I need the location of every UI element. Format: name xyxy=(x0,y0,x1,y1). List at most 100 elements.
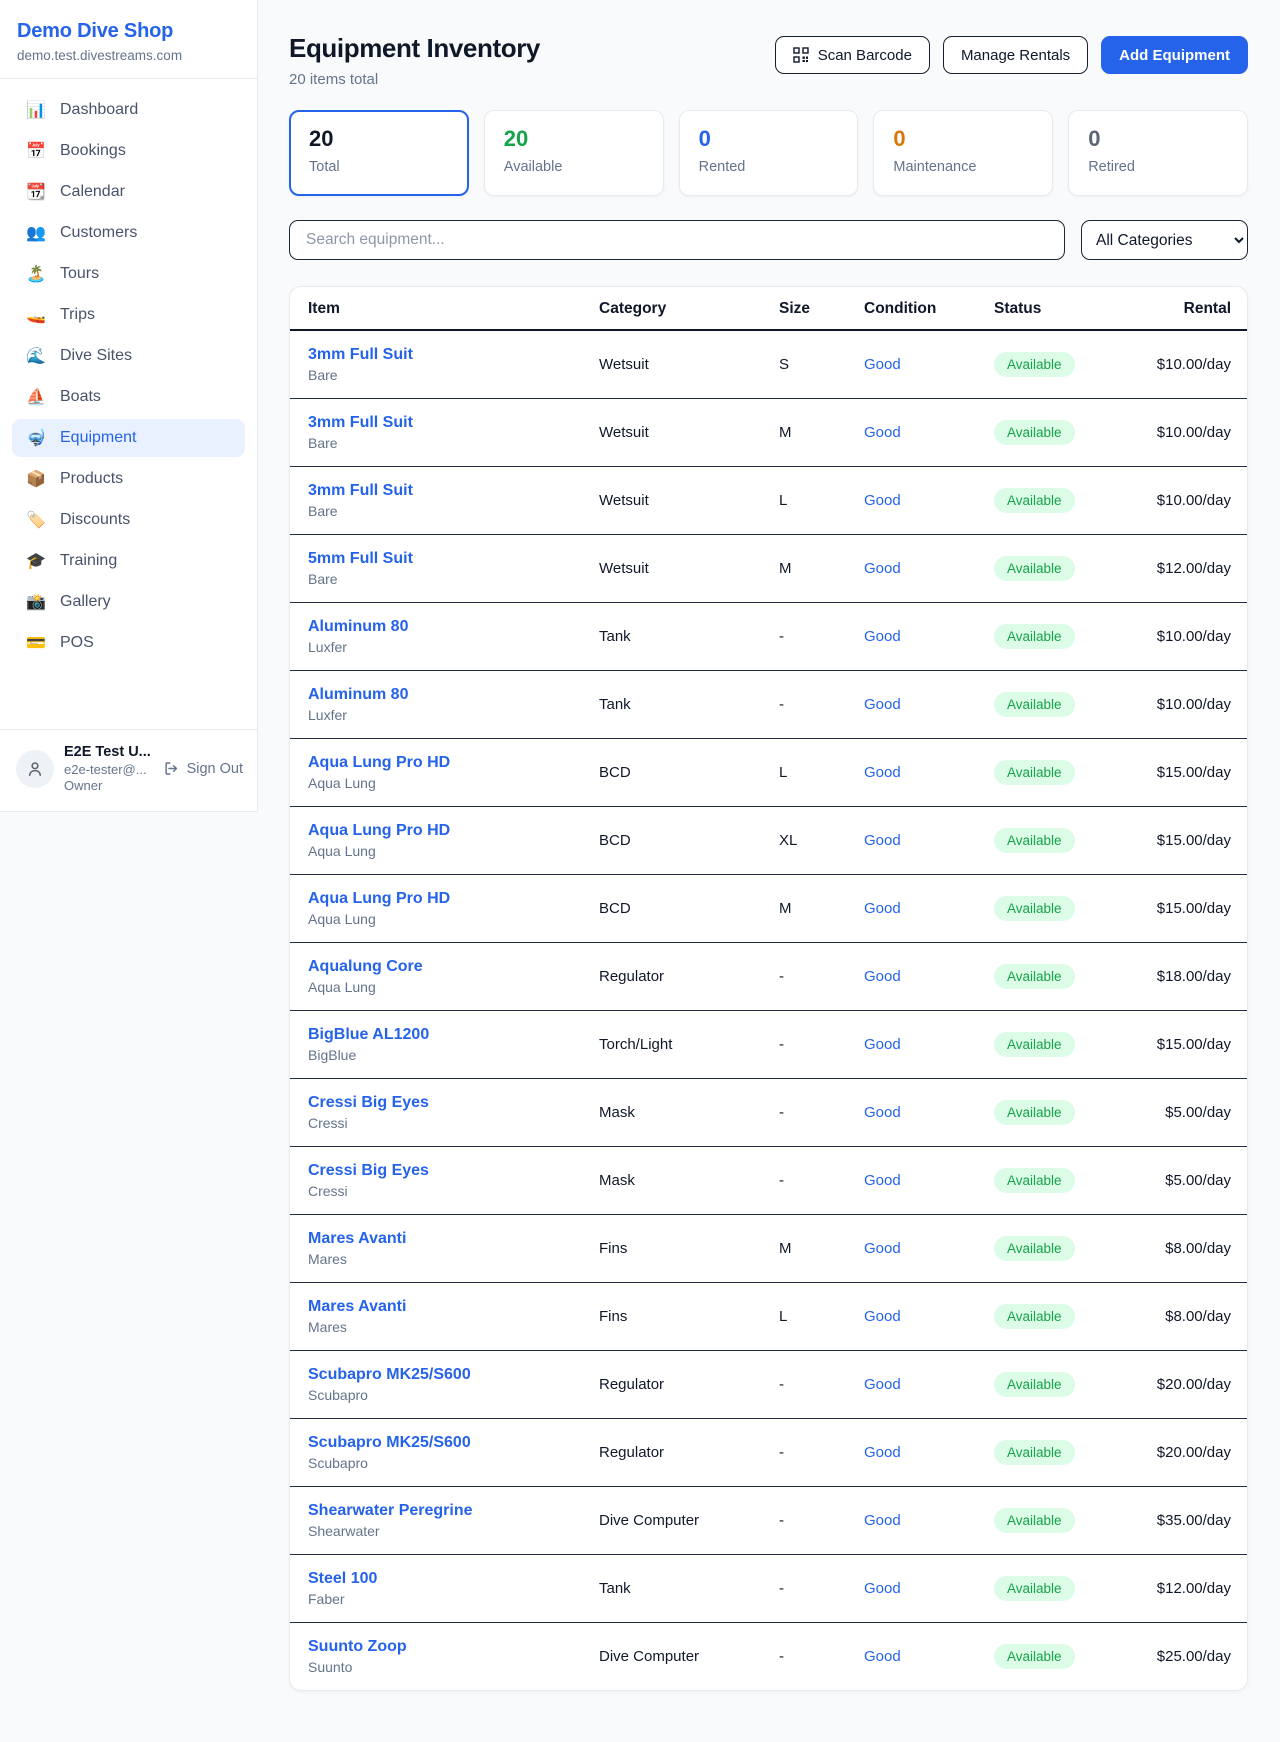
status-badge: Available xyxy=(994,692,1075,717)
item-name-link[interactable]: Mares Avanti xyxy=(308,1230,406,1248)
item-name-link[interactable]: Scubapro MK25/S600 xyxy=(308,1434,471,1452)
nav-item[interactable]: ⛵ Boats xyxy=(12,378,245,416)
item-category: Dive Computer xyxy=(599,1622,779,1690)
status-badge: Available xyxy=(994,1032,1075,1057)
search-input[interactable] xyxy=(289,220,1065,260)
table-row: Scubapro MK25/S600 Scubapro Regulator - … xyxy=(290,1418,1247,1486)
item-name-link[interactable]: Cressi Big Eyes xyxy=(308,1094,429,1112)
stat-value: 0 xyxy=(699,126,839,152)
item-category: BCD xyxy=(599,738,779,806)
column-header-category: Category xyxy=(599,287,779,330)
item-name-link[interactable]: Aqualung Core xyxy=(308,958,423,976)
item-rental-price: $15.00/day xyxy=(1146,806,1247,874)
stat-card[interactable]: 0 Retired xyxy=(1068,110,1248,196)
item-rental-price: $10.00/day xyxy=(1146,398,1247,466)
stat-value: 0 xyxy=(1088,126,1228,152)
item-rental-price: $10.00/day xyxy=(1146,670,1247,738)
item-category: Tank xyxy=(599,670,779,738)
stat-cards: 20 Total 20 Available 0 Rented 0 Mainten… xyxy=(289,110,1248,196)
nav-item[interactable]: 📸 Gallery xyxy=(12,583,245,621)
item-rental-price: $35.00/day xyxy=(1146,1486,1247,1554)
nav-item[interactable]: 🏝️ Tours xyxy=(12,255,245,293)
nav-item[interactable]: 📅 Bookings xyxy=(12,132,245,170)
item-category: Torch/Light xyxy=(599,1010,779,1078)
item-name-link[interactable]: Shearwater Peregrine xyxy=(308,1502,473,1520)
nav-item-icon: 📊 xyxy=(25,100,47,120)
nav-item-label: Training xyxy=(60,552,117,570)
item-name-link[interactable]: 5mm Full Suit xyxy=(308,550,413,568)
sign-out-button[interactable]: Sign Out xyxy=(163,760,243,777)
item-name-link[interactable]: Aqua Lung Pro HD xyxy=(308,754,450,772)
item-condition: Good xyxy=(864,466,994,534)
table-row: Aluminum 80 Luxfer Tank - Good Available… xyxy=(290,670,1247,738)
table-header-row: Item Category Size Condition Status Rent… xyxy=(290,287,1247,330)
item-name-link[interactable]: Aqua Lung Pro HD xyxy=(308,822,450,840)
column-header-item: Item xyxy=(290,287,599,330)
nav-item[interactable]: 👥 Customers xyxy=(12,214,245,252)
nav-item[interactable]: 📊 Dashboard xyxy=(12,91,245,129)
stat-card[interactable]: 20 Available xyxy=(484,110,664,196)
user-box: E2E Test U... e2e-tester@... Owner Sign … xyxy=(0,729,257,811)
item-size: L xyxy=(779,1282,864,1350)
nav-item-label: Bookings xyxy=(60,142,126,160)
item-rental-price: $10.00/day xyxy=(1146,466,1247,534)
item-name-link[interactable]: Scubapro MK25/S600 xyxy=(308,1366,471,1384)
nav-item[interactable]: 📆 Calendar xyxy=(12,173,245,211)
add-equipment-button[interactable]: Add Equipment xyxy=(1101,36,1248,74)
nav-item[interactable]: 💳 POS xyxy=(12,624,245,662)
manage-rentals-label: Manage Rentals xyxy=(961,47,1070,64)
item-rental-price: $15.00/day xyxy=(1146,874,1247,942)
item-name-link[interactable]: 3mm Full Suit xyxy=(308,414,413,432)
item-name-link[interactable]: 3mm Full Suit xyxy=(308,346,413,364)
stat-card[interactable]: 0 Rented xyxy=(679,110,859,196)
item-condition: Good xyxy=(864,1554,994,1622)
stat-card[interactable]: 20 Total xyxy=(289,110,469,196)
page-title: Equipment Inventory xyxy=(289,33,540,64)
nav-item[interactable]: 🎓 Training xyxy=(12,542,245,580)
item-name-link[interactable]: BigBlue AL1200 xyxy=(308,1026,429,1044)
category-select[interactable]: All Categories xyxy=(1081,220,1248,260)
item-rental-price: $25.00/day xyxy=(1146,1622,1247,1690)
table-row: Suunto Zoop Suunto Dive Computer - Good … xyxy=(290,1622,1247,1690)
nav-item[interactable]: 🤿 Equipment xyxy=(12,419,245,457)
nav-item[interactable]: 🏷️ Discounts xyxy=(12,501,245,539)
item-condition: Good xyxy=(864,1418,994,1486)
manage-rentals-button[interactable]: Manage Rentals xyxy=(943,36,1088,74)
item-name-link[interactable]: Aqua Lung Pro HD xyxy=(308,890,450,908)
item-size: M xyxy=(779,534,864,602)
item-name-link[interactable]: Aluminum 80 xyxy=(308,686,408,704)
item-category: Wetsuit xyxy=(599,398,779,466)
scan-barcode-button[interactable]: Scan Barcode xyxy=(775,36,930,74)
nav-item-icon: 🏷️ xyxy=(25,510,47,530)
item-size: - xyxy=(779,1486,864,1554)
item-condition: Good xyxy=(864,1146,994,1214)
item-name-link[interactable]: Aluminum 80 xyxy=(308,618,408,636)
item-name-link[interactable]: 3mm Full Suit xyxy=(308,482,413,500)
item-rental-price: $8.00/day xyxy=(1146,1214,1247,1282)
item-size: M xyxy=(779,398,864,466)
table-row: Aqua Lung Pro HD Aqua Lung BCD XL Good A… xyxy=(290,806,1247,874)
item-name-link[interactable]: Suunto Zoop xyxy=(308,1638,407,1656)
stat-card[interactable]: 0 Maintenance xyxy=(873,110,1053,196)
item-name-link[interactable]: Steel 100 xyxy=(308,1570,377,1588)
table-row: Mares Avanti Mares Fins M Good Available… xyxy=(290,1214,1247,1282)
item-size: XL xyxy=(779,806,864,874)
status-badge: Available xyxy=(994,1100,1075,1125)
item-condition: Good xyxy=(864,942,994,1010)
sidebar: Demo Dive Shop demo.test.divestreams.com… xyxy=(0,0,258,812)
item-brand: Scubapro xyxy=(308,1387,599,1403)
item-category: Regulator xyxy=(599,1350,779,1418)
item-brand: Faber xyxy=(308,1591,599,1607)
item-brand: Aqua Lung xyxy=(308,775,599,791)
nav-item[interactable]: 🌊 Dive Sites xyxy=(12,337,245,375)
nav-item-label: Gallery xyxy=(60,593,111,611)
item-category: Wetsuit xyxy=(599,534,779,602)
status-badge: Available xyxy=(994,420,1075,445)
nav-item[interactable]: 📦 Products xyxy=(12,460,245,498)
item-name-link[interactable]: Cressi Big Eyes xyxy=(308,1162,429,1180)
item-name-link[interactable]: Mares Avanti xyxy=(308,1298,406,1316)
item-size: - xyxy=(779,1418,864,1486)
item-rental-price: $12.00/day xyxy=(1146,1554,1247,1622)
nav-item[interactable]: 🚤 Trips xyxy=(12,296,245,334)
item-size: - xyxy=(779,670,864,738)
